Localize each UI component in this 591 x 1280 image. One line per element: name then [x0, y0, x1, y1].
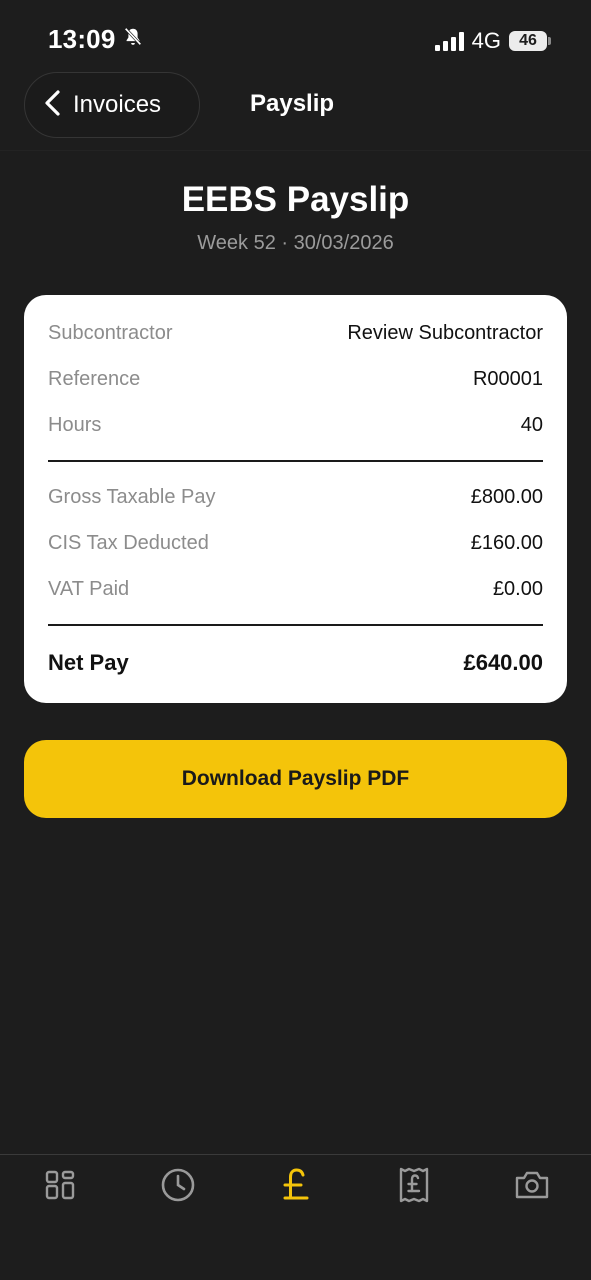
row-label: CIS Tax Deducted [48, 531, 209, 554]
net-pay-label: Net Pay [48, 650, 129, 675]
silent-bell-icon [122, 24, 144, 55]
row-value: 40 [520, 413, 543, 436]
tab-timesheets[interactable] [158, 1167, 198, 1207]
row-value: £0.00 [492, 577, 543, 600]
net-pay-value: £640.00 [463, 650, 543, 675]
tab-payments[interactable] [276, 1167, 316, 1207]
back-button[interactable]: Invoices [24, 72, 200, 138]
camera-icon [514, 1169, 550, 1206]
row-label: Gross Taxable Pay [48, 485, 216, 508]
clock-icon [160, 1167, 196, 1208]
chevron-left-icon [43, 89, 63, 122]
row-label: Subcontractor [48, 321, 173, 344]
signal-icon [434, 31, 464, 51]
vat-paid-row: VAT Paid £0.00 [48, 574, 543, 604]
download-payslip-button[interactable]: Download Payslip PDF [24, 740, 567, 818]
row-label: Hours [48, 413, 102, 436]
gross-pay-row: Gross Taxable Pay £800.00 [48, 482, 543, 512]
battery-level: 46 [509, 31, 547, 51]
tab-invoices[interactable] [394, 1167, 434, 1207]
pound-icon [281, 1167, 311, 1208]
row-value: Review Subcontractor [347, 321, 543, 344]
hours-row: Hours 40 [48, 410, 543, 440]
card-divider [48, 624, 543, 626]
row-value: R00001 [472, 367, 543, 390]
status-bar: 13:09 4G 46 [0, 0, 591, 80]
tab-dashboard[interactable] [40, 1167, 80, 1207]
receipt-icon [398, 1166, 430, 1209]
card-divider [48, 460, 543, 462]
nav-divider [0, 150, 591, 151]
cis-tax-row: CIS Tax Deducted £160.00 [48, 528, 543, 558]
net-pay-row: Net Pay £640.00 [48, 648, 543, 678]
network-type: 4G [471, 28, 501, 53]
download-label: Download Payslip PDF [181, 767, 410, 790]
row-value: £160.00 [470, 531, 543, 554]
status-time: 13:09 [48, 24, 144, 55]
reference-row: Reference R00001 [48, 364, 543, 394]
payslip-card: Subcontractor Review Subcontractor Refer… [24, 295, 567, 703]
status-right: 4G 46 [434, 28, 551, 54]
payslip-screen: 13:09 4G 46 Invoices Payslip EEBS Paysli… [0, 0, 591, 1280]
page-subtitle: Week 52 · 30/03/2026 [197, 232, 394, 254]
clock-text: 13:09 [48, 24, 116, 54]
tab-bar [0, 1154, 591, 1280]
row-label: Reference [48, 367, 141, 390]
row-value: £800.00 [470, 485, 543, 508]
dashboard-grid-icon [44, 1169, 76, 1206]
nav-title: Payslip [250, 90, 335, 117]
tab-camera[interactable] [512, 1167, 552, 1207]
nav-header: Invoices Payslip [0, 70, 591, 152]
subcontractor-row: Subcontractor Review Subcontractor [48, 318, 543, 348]
page-title: EEBS Payslip [181, 180, 410, 219]
back-label: Invoices [73, 91, 162, 118]
row-label: VAT Paid [48, 577, 130, 600]
battery-icon: 46 [509, 31, 551, 51]
